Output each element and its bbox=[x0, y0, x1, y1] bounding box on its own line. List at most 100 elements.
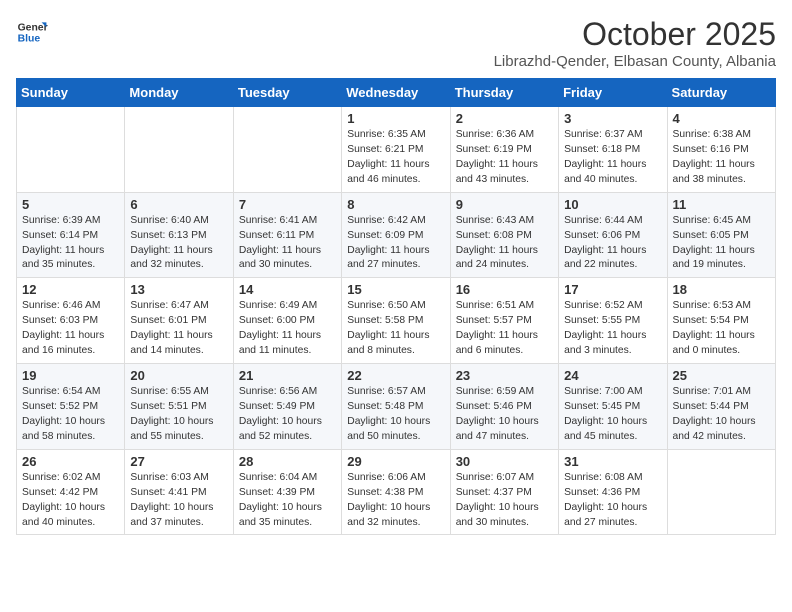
calendar-cell: 6 Sunrise: 6:40 AM Sunset: 6:13 PM Daylig… bbox=[125, 192, 233, 278]
day-number: 2 bbox=[456, 111, 553, 126]
day-info: Sunrise: 6:35 AM Sunset: 6:21 PM Dayligh… bbox=[347, 128, 444, 188]
calendar-cell bbox=[667, 449, 775, 535]
day-number: 24 bbox=[564, 368, 661, 383]
calendar-cell: 22 Sunrise: 6:57 AM Sunset: 5:48 PM Dayli… bbox=[342, 364, 450, 450]
day-number: 4 bbox=[673, 111, 770, 126]
calendar-cell: 15 Sunrise: 6:50 AM Sunset: 5:58 PM Dayli… bbox=[342, 278, 450, 364]
day-info: Sunrise: 7:01 AM Sunset: 5:44 PM Dayligh… bbox=[673, 385, 770, 445]
header-thursday: Thursday bbox=[450, 79, 558, 107]
page-header: General Blue October 2025 Librazhd-Qende… bbox=[16, 16, 776, 70]
day-info: Sunrise: 6:55 AM Sunset: 5:51 PM Dayligh… bbox=[130, 385, 227, 445]
header-friday: Friday bbox=[559, 79, 667, 107]
day-number: 20 bbox=[130, 368, 227, 383]
day-info: Sunrise: 6:45 AM Sunset: 6:05 PM Dayligh… bbox=[673, 214, 770, 274]
day-info: Sunrise: 6:04 AM Sunset: 4:39 PM Dayligh… bbox=[239, 471, 336, 531]
header-saturday: Saturday bbox=[667, 79, 775, 107]
calendar-cell bbox=[125, 107, 233, 193]
day-number: 27 bbox=[130, 454, 227, 469]
day-info: Sunrise: 6:56 AM Sunset: 5:49 PM Dayligh… bbox=[239, 385, 336, 445]
calendar-table: SundayMondayTuesdayWednesdayThursdayFrid… bbox=[16, 78, 776, 535]
day-info: Sunrise: 6:46 AM Sunset: 6:03 PM Dayligh… bbox=[22, 299, 119, 359]
day-number: 16 bbox=[456, 282, 553, 297]
title-block: October 2025 Librazhd-Qender, Elbasan Co… bbox=[494, 16, 776, 70]
day-number: 18 bbox=[673, 282, 770, 297]
calendar-week-3: 19 Sunrise: 6:54 AM Sunset: 5:52 PM Dayli… bbox=[17, 364, 776, 450]
calendar-header-row: SundayMondayTuesdayWednesdayThursdayFrid… bbox=[17, 79, 776, 107]
calendar-cell: 18 Sunrise: 6:53 AM Sunset: 5:54 PM Dayli… bbox=[667, 278, 775, 364]
calendar-cell: 2 Sunrise: 6:36 AM Sunset: 6:19 PM Daylig… bbox=[450, 107, 558, 193]
calendar-cell: 5Sunrise: 6:39 AM Sunset: 6:14 PM Daylig… bbox=[17, 192, 125, 278]
day-number: 5 bbox=[22, 197, 119, 212]
day-info: Sunrise: 6:38 AM Sunset: 6:16 PM Dayligh… bbox=[673, 128, 770, 188]
calendar-cell: 11 Sunrise: 6:45 AM Sunset: 6:05 PM Dayli… bbox=[667, 192, 775, 278]
day-number: 21 bbox=[239, 368, 336, 383]
day-number: 26 bbox=[22, 454, 119, 469]
day-info: Sunrise: 6:52 AM Sunset: 5:55 PM Dayligh… bbox=[564, 299, 661, 359]
day-number: 23 bbox=[456, 368, 553, 383]
day-info: Sunrise: 6:36 AM Sunset: 6:19 PM Dayligh… bbox=[456, 128, 553, 188]
calendar-cell: 25Sunrise: 7:01 AM Sunset: 5:44 PM Dayli… bbox=[667, 364, 775, 450]
day-info: Sunrise: 6:40 AM Sunset: 6:13 PM Dayligh… bbox=[130, 214, 227, 274]
day-number: 12 bbox=[22, 282, 119, 297]
header-monday: Monday bbox=[125, 79, 233, 107]
day-number: 8 bbox=[347, 197, 444, 212]
day-info: Sunrise: 6:37 AM Sunset: 6:18 PM Dayligh… bbox=[564, 128, 661, 188]
day-number: 9 bbox=[456, 197, 553, 212]
day-number: 28 bbox=[239, 454, 336, 469]
day-info: Sunrise: 6:02 AM Sunset: 4:42 PM Dayligh… bbox=[22, 471, 119, 531]
calendar-cell: 7 Sunrise: 6:41 AM Sunset: 6:11 PM Daylig… bbox=[233, 192, 341, 278]
logo: General Blue bbox=[16, 16, 52, 48]
calendar-cell: 31 Sunrise: 6:08 AM Sunset: 4:36 PM Dayli… bbox=[559, 449, 667, 535]
svg-text:Blue: Blue bbox=[18, 34, 41, 45]
day-number: 7 bbox=[239, 197, 336, 212]
day-info: Sunrise: 6:57 AM Sunset: 5:48 PM Dayligh… bbox=[347, 385, 444, 445]
day-number: 29 bbox=[347, 454, 444, 469]
day-info: Sunrise: 6:44 AM Sunset: 6:06 PM Dayligh… bbox=[564, 214, 661, 274]
day-info: Sunrise: 6:59 AM Sunset: 5:46 PM Dayligh… bbox=[456, 385, 553, 445]
calendar-cell: 1Sunrise: 6:35 AM Sunset: 6:21 PM Daylig… bbox=[342, 107, 450, 193]
calendar-cell: 17 Sunrise: 6:52 AM Sunset: 5:55 PM Dayli… bbox=[559, 278, 667, 364]
header-wednesday: Wednesday bbox=[342, 79, 450, 107]
day-info: Sunrise: 6:41 AM Sunset: 6:11 PM Dayligh… bbox=[239, 214, 336, 274]
location-subtitle: Librazhd-Qender, Elbasan County, Albania bbox=[494, 53, 776, 70]
calendar-cell bbox=[233, 107, 341, 193]
day-info: Sunrise: 6:08 AM Sunset: 4:36 PM Dayligh… bbox=[564, 471, 661, 531]
calendar-cell: 21 Sunrise: 6:56 AM Sunset: 5:49 PM Dayli… bbox=[233, 364, 341, 450]
calendar-cell: 14 Sunrise: 6:49 AM Sunset: 6:00 PM Dayli… bbox=[233, 278, 341, 364]
calendar-cell: 3 Sunrise: 6:37 AM Sunset: 6:18 PM Daylig… bbox=[559, 107, 667, 193]
calendar-cell: 24 Sunrise: 7:00 AM Sunset: 5:45 PM Dayli… bbox=[559, 364, 667, 450]
day-number: 17 bbox=[564, 282, 661, 297]
day-number: 14 bbox=[239, 282, 336, 297]
calendar-cell: 28 Sunrise: 6:04 AM Sunset: 4:39 PM Dayli… bbox=[233, 449, 341, 535]
calendar-cell: 30Sunrise: 6:07 AM Sunset: 4:37 PM Dayli… bbox=[450, 449, 558, 535]
calendar-week-1: 5Sunrise: 6:39 AM Sunset: 6:14 PM Daylig… bbox=[17, 192, 776, 278]
day-info: Sunrise: 7:00 AM Sunset: 5:45 PM Dayligh… bbox=[564, 385, 661, 445]
calendar-cell: 23 Sunrise: 6:59 AM Sunset: 5:46 PM Dayli… bbox=[450, 364, 558, 450]
calendar-cell: 26 Sunrise: 6:02 AM Sunset: 4:42 PM Dayli… bbox=[17, 449, 125, 535]
day-number: 6 bbox=[130, 197, 227, 212]
header-sunday: Sunday bbox=[17, 79, 125, 107]
day-number: 19 bbox=[22, 368, 119, 383]
day-info: Sunrise: 6:03 AM Sunset: 4:41 PM Dayligh… bbox=[130, 471, 227, 531]
calendar-cell: 4 Sunrise: 6:38 AM Sunset: 6:16 PM Daylig… bbox=[667, 107, 775, 193]
day-number: 13 bbox=[130, 282, 227, 297]
day-info: Sunrise: 6:50 AM Sunset: 5:58 PM Dayligh… bbox=[347, 299, 444, 359]
day-number: 22 bbox=[347, 368, 444, 383]
day-info: Sunrise: 6:53 AM Sunset: 5:54 PM Dayligh… bbox=[673, 299, 770, 359]
day-number: 3 bbox=[564, 111, 661, 126]
day-info: Sunrise: 6:49 AM Sunset: 6:00 PM Dayligh… bbox=[239, 299, 336, 359]
calendar-week-4: 26 Sunrise: 6:02 AM Sunset: 4:42 PM Dayli… bbox=[17, 449, 776, 535]
day-info: Sunrise: 6:43 AM Sunset: 6:08 PM Dayligh… bbox=[456, 214, 553, 274]
day-number: 31 bbox=[564, 454, 661, 469]
day-number: 11 bbox=[673, 197, 770, 212]
day-info: Sunrise: 6:47 AM Sunset: 6:01 PM Dayligh… bbox=[130, 299, 227, 359]
calendar-week-2: 12 Sunrise: 6:46 AM Sunset: 6:03 PM Dayli… bbox=[17, 278, 776, 364]
month-title: October 2025 bbox=[494, 16, 776, 53]
day-info: Sunrise: 6:54 AM Sunset: 5:52 PM Dayligh… bbox=[22, 385, 119, 445]
calendar-cell: 29Sunrise: 6:06 AM Sunset: 4:38 PM Dayli… bbox=[342, 449, 450, 535]
day-number: 15 bbox=[347, 282, 444, 297]
calendar-cell: 9 Sunrise: 6:43 AM Sunset: 6:08 PM Daylig… bbox=[450, 192, 558, 278]
day-info: Sunrise: 6:42 AM Sunset: 6:09 PM Dayligh… bbox=[347, 214, 444, 274]
day-number: 10 bbox=[564, 197, 661, 212]
calendar-cell: 10 Sunrise: 6:44 AM Sunset: 6:06 PM Dayli… bbox=[559, 192, 667, 278]
